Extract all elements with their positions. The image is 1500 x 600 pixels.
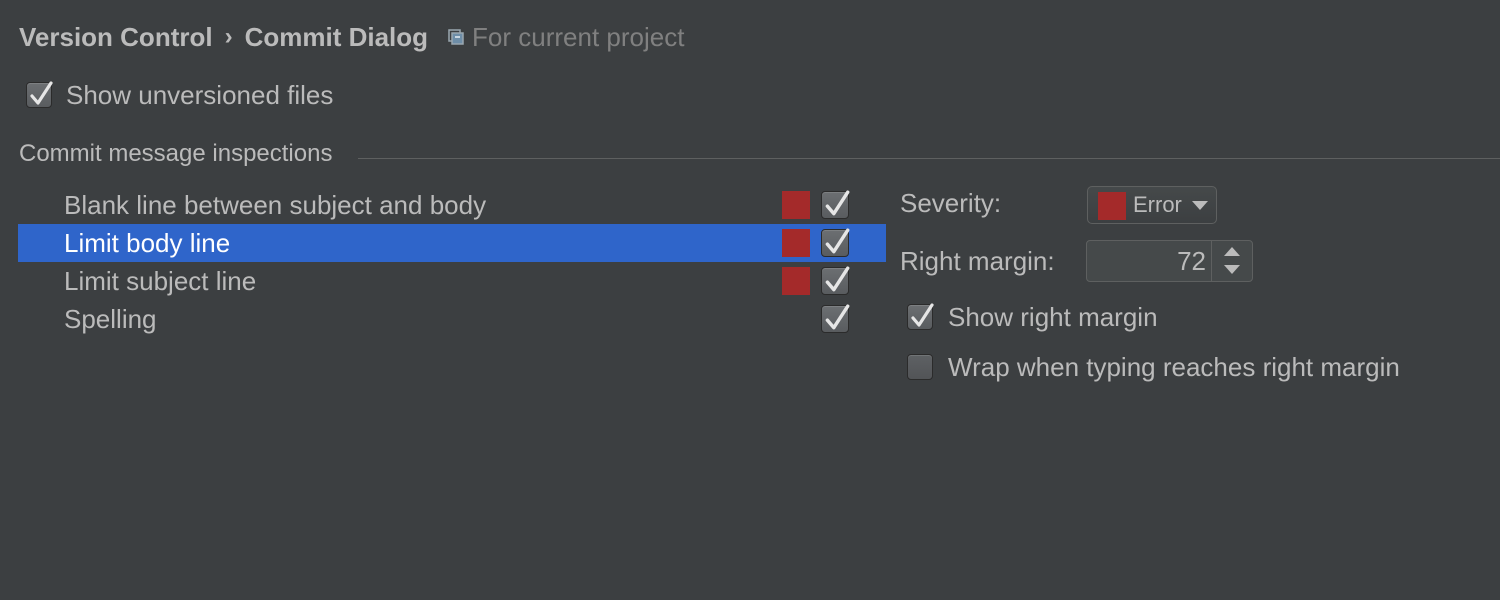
show-right-margin-label[interactable]: Show right margin [948,301,1158,333]
wrap-at-margin-label[interactable]: Wrap when typing reaches right margin [948,351,1400,383]
right-margin-label: Right margin: [900,246,1055,276]
inspection-enabled-checkbox[interactable] [821,228,850,257]
severity-color-swatch [782,191,810,219]
group-separator [358,158,1500,159]
project-scope-icon [448,29,464,45]
checkmark-icon [30,81,53,105]
severity-color-swatch [1098,192,1126,220]
right-margin-value[interactable]: 72 [1177,245,1206,277]
severity-color-swatch [782,229,810,257]
checkmark-icon [911,303,934,327]
show-unversioned-checkbox[interactable] [26,81,53,108]
commit-dialog-settings-page: Version Control › Commit Dialog For curr… [0,0,1500,600]
spinner-down-arrow-icon[interactable] [1212,261,1252,281]
checkmark-icon [825,190,850,216]
show-right-margin-checkbox[interactable] [907,303,934,330]
inspection-label: Blank line between subject and body [64,190,487,220]
inspection-row-blank-line[interactable]: Blank line between subject and body [18,186,886,224]
inspection-label: Limit body line [64,228,231,258]
breadcrumb-parent[interactable]: Version Control [19,22,213,53]
breadcrumb: Version Control › Commit Dialog For curr… [19,20,684,54]
right-margin-spinner[interactable]: 72 [1086,240,1253,282]
dropdown-arrow-icon [1192,201,1208,210]
inspection-row-spelling[interactable]: Spelling [18,300,886,338]
show-unversioned-label[interactable]: Show unversioned files [66,79,333,111]
inspection-enabled-checkbox[interactable] [821,190,850,219]
inspection-label: Spelling [64,304,157,334]
breadcrumb-current: Commit Dialog [244,21,429,52]
inspection-enabled-checkbox[interactable] [821,266,850,295]
inspection-enabled-checkbox[interactable] [821,304,850,333]
checkmark-icon [825,304,850,330]
spinner-up-arrow-icon[interactable] [1212,241,1252,261]
severity-label: Severity: [900,188,1002,218]
inspections-list[interactable]: Blank line between subject and body Limi… [18,186,886,386]
severity-value: Error [1133,192,1182,217]
checkmark-icon [825,266,850,292]
breadcrumb-separator: › [224,23,233,50]
inspection-label: Limit subject line [64,266,257,296]
inspection-row-limit-subject[interactable]: Limit subject line [18,262,886,300]
scope-label: For current project [472,21,685,52]
inspection-row-limit-body[interactable]: Limit body line [18,224,886,262]
severity-dropdown[interactable]: Error [1087,186,1217,224]
severity-color-swatch [782,267,810,295]
checkmark-icon [825,228,850,254]
wrap-at-margin-checkbox[interactable] [907,354,933,380]
inspections-group-title: Commit message inspections [19,140,333,167]
